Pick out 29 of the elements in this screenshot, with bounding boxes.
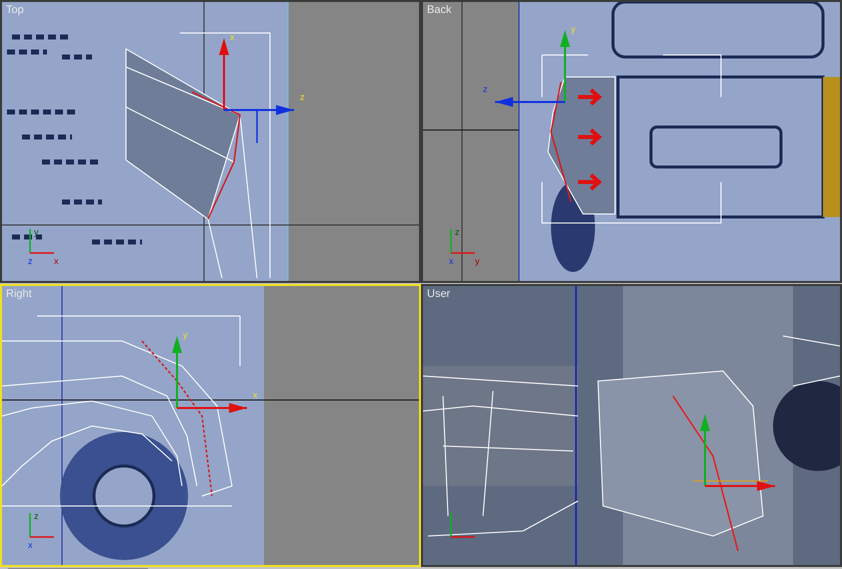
axis-label: x	[230, 32, 234, 42]
viewport[interactable]: Top x z y z x	[0, 0, 421, 283]
axis-label: y	[34, 227, 38, 237]
viewport-label[interactable]: Top	[6, 2, 24, 18]
viewport-label[interactable]: Right	[6, 286, 32, 302]
axis-label: y	[183, 330, 188, 340]
axis-label: z	[28, 256, 32, 266]
viewport-label[interactable]: Back	[427, 2, 452, 18]
axis-label: z	[483, 84, 488, 94]
axis-label: z	[300, 92, 304, 102]
axis-tripod-icon	[450, 229, 475, 254]
axis-tripod-icon	[29, 229, 54, 254]
axis-label: x	[449, 256, 454, 266]
viewport[interactable]: Back y z z x y	[421, 0, 842, 283]
move-gizmo-icon[interactable]	[219, 38, 294, 115]
viewport[interactable]: Right y x z x	[0, 284, 421, 567]
viewport-label[interactable]: User	[427, 286, 450, 302]
move-gizmo-icon[interactable]	[495, 30, 570, 107]
axis-label: z	[34, 511, 38, 521]
axis-label: y	[475, 256, 480, 266]
axis-tripod-icon	[450, 513, 475, 538]
axis-label: y	[571, 24, 576, 34]
axis-label: x	[253, 390, 258, 400]
move-gizmo-icon[interactable]	[700, 414, 775, 491]
axis-label: z	[455, 227, 460, 237]
axis-label: x	[54, 256, 58, 266]
axis-label: x	[28, 540, 32, 550]
axis-tripod-icon	[29, 513, 54, 538]
viewport[interactable]: User	[421, 284, 842, 567]
